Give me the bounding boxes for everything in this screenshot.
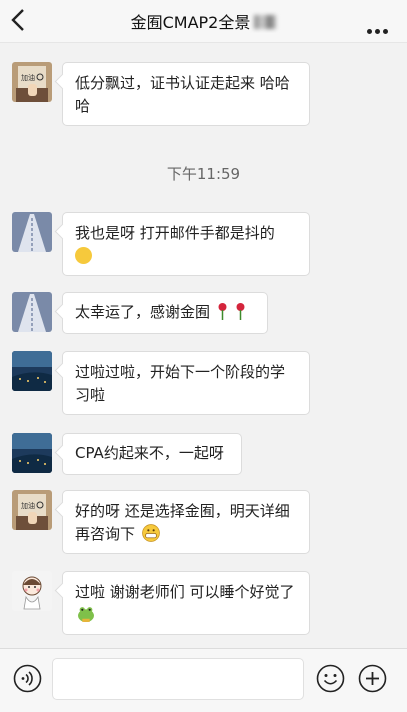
cartoon-girl-avatar-image bbox=[12, 571, 52, 611]
voice-button[interactable] bbox=[13, 664, 42, 693]
thinking-emoji bbox=[75, 247, 92, 264]
jiayou-avatar[interactable]: 加油 bbox=[12, 62, 52, 102]
more-dot bbox=[375, 29, 380, 34]
city-avatar-image bbox=[12, 351, 52, 391]
jiayou-avatar[interactable]: 加油 bbox=[12, 490, 52, 530]
frog-emoji bbox=[78, 607, 94, 622]
road-avatar-image bbox=[12, 292, 52, 332]
cartoon-girl-avatar[interactable] bbox=[12, 571, 52, 611]
jiayou-avatar-image: 加油 bbox=[12, 62, 52, 102]
message-bubble[interactable]: 过啦 谢谢老师们 可以睡个好觉了 bbox=[62, 571, 310, 635]
voice-icon bbox=[13, 664, 42, 693]
city-avatar-image bbox=[12, 433, 52, 473]
timestamp: 下午11:59 bbox=[166, 165, 241, 183]
message-bubble[interactable]: 太幸运了，感谢金囿 bbox=[62, 292, 268, 334]
rose-emoji bbox=[218, 303, 227, 320]
emoji-button[interactable] bbox=[316, 664, 345, 693]
message-text: 我也是呀 打开邮件手都是抖的 bbox=[75, 224, 275, 242]
more-button[interactable] bbox=[367, 19, 391, 34]
blurred-title-part bbox=[254, 15, 277, 29]
smiley-icon bbox=[316, 664, 345, 693]
plus-icon bbox=[358, 664, 387, 693]
message-bubble[interactable]: CPA约起来不，一起呀 bbox=[62, 433, 242, 475]
chat-title-text: 金囿CMAP2全景 bbox=[130, 13, 251, 32]
message-text: 过啦过啦，开始下一个阶段的学习啦 bbox=[75, 363, 286, 404]
chat-title: 金囿CMAP2全景 bbox=[90, 9, 317, 33]
message-input[interactable] bbox=[52, 658, 304, 700]
road-avatar-image bbox=[12, 212, 52, 252]
message-text: CPA约起来不，一起呀 bbox=[75, 444, 224, 462]
back-button[interactable] bbox=[8, 6, 30, 34]
svg-text:加油: 加油 bbox=[21, 73, 35, 82]
more-dot bbox=[383, 29, 388, 34]
plus-button[interactable] bbox=[358, 664, 387, 693]
message-text: 低分飘过，证书认证走起来 哈哈哈 bbox=[75, 74, 290, 115]
chevron-left-icon bbox=[11, 9, 24, 31]
city-avatar[interactable] bbox=[12, 351, 52, 391]
city-avatar[interactable] bbox=[12, 433, 52, 473]
svg-text:加油: 加油 bbox=[21, 501, 35, 510]
message-text: 过啦 谢谢老师们 可以睡个好觉了 bbox=[75, 583, 295, 601]
grin-emoji bbox=[141, 524, 160, 542]
message-text: 太幸运了，感谢金囿 bbox=[75, 303, 211, 321]
more-dots-icon bbox=[367, 29, 372, 34]
input-bar bbox=[0, 648, 407, 712]
message-bubble[interactable]: 我也是呀 打开邮件手都是抖的 bbox=[62, 212, 310, 276]
road-avatar[interactable] bbox=[12, 212, 52, 252]
chat-header: 金囿CMAP2全景 bbox=[0, 0, 407, 43]
message-bubble[interactable]: 低分飘过，证书认证走起来 哈哈哈 bbox=[62, 62, 310, 126]
message-bubble[interactable]: 过啦过啦，开始下一个阶段的学习啦 bbox=[62, 351, 310, 415]
rose-emoji bbox=[236, 303, 245, 320]
road-avatar[interactable] bbox=[12, 292, 52, 332]
message-bubble[interactable]: 好的呀 还是选择金囿，明天详细再咨询下 bbox=[62, 490, 310, 554]
message-text: 好的呀 还是选择金囿，明天详细再咨询下 bbox=[75, 502, 290, 543]
jiayou-avatar-image: 加油 bbox=[12, 490, 52, 530]
